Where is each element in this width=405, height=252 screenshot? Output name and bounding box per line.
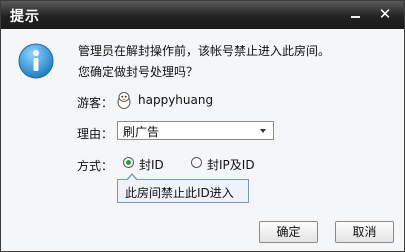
radio-ban-ip-and-id-label: 封IP及ID [207,158,255,172]
message-line-2: 您确定做封号处理吗？ [78,65,199,79]
cancel-button[interactable]: 取消 [335,221,394,243]
reason-label: 理由： [77,127,114,141]
close-icon: ✕ [378,5,392,23]
guest-label: 游客： [77,96,114,110]
dropdown-arrow-icon [260,129,266,133]
radio-ban-id[interactable]: 封ID [123,156,183,172]
guest-avatar-icon [117,92,131,109]
method-label: 方式： [77,159,114,173]
dialog-title: 提示 [10,9,40,25]
title-bar[interactable]: 提示 ✕ [1,1,404,29]
radio-ban-id-label: 封ID [139,158,164,172]
message-line-1: 管理员在解封操作前，该帐号禁止进入此房间。 [78,44,331,58]
radio-checked-icon [123,157,134,168]
option-tooltip: 此房间禁止此ID进入 [117,173,249,203]
tooltip-text: 此房间禁止此ID进入 [125,186,234,200]
radio-ban-ip-and-id[interactable]: 封IP及ID [191,156,271,172]
info-icon [18,43,54,79]
guest-name: happyhuang [138,93,214,107]
reason-select-value: 刷广告 [123,125,160,139]
reason-select[interactable]: 刷广告 [117,121,274,140]
radio-unchecked-icon [191,157,202,168]
minimize-button[interactable] [345,6,365,22]
minimize-icon [350,15,360,18]
ban-dialog: 提示 ✕ 管理员在解封操作前，该帐号禁止进入此房间。 您确定做封号处理吗？ 游客… [0,0,405,252]
close-button[interactable]: ✕ [375,6,395,22]
confirm-button[interactable]: 确定 [259,221,318,243]
